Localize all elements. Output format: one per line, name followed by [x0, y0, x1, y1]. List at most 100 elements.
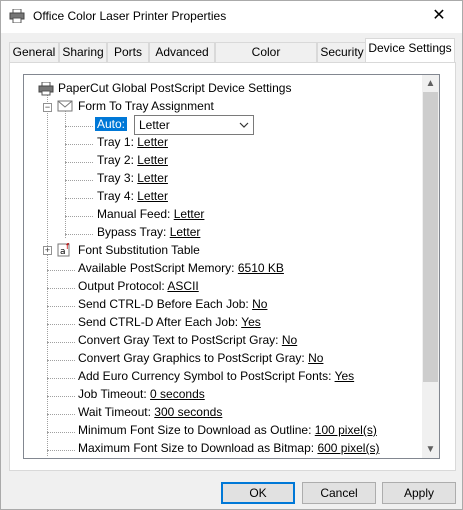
device-settings-panel: PaperCut Global PostScript Device Settin…: [9, 62, 456, 471]
setting-label: Job Timeout:: [78, 387, 147, 401]
setting-label: Add Euro Currency Symbol to PostScript F…: [78, 369, 332, 383]
combobox-value: Letter: [139, 118, 170, 132]
tray-value[interactable]: Letter: [170, 225, 201, 239]
collapse-icon[interactable]: −: [43, 103, 52, 112]
properties-window: Office Color Laser Printer Properties ✕ …: [0, 0, 463, 510]
tray-row[interactable]: Tray 1: Letter: [97, 134, 168, 151]
tree-line: [47, 270, 75, 271]
tray-row[interactable]: Manual Feed: Letter: [97, 206, 204, 223]
tree-line: [47, 306, 75, 307]
setting-value[interactable]: Yes: [335, 369, 355, 383]
tree-line: [65, 162, 93, 163]
setting-value[interactable]: Yes: [241, 315, 261, 329]
setting-row[interactable]: Send CTRL-D Before Each Job: No: [78, 296, 267, 313]
svg-text:a: a: [60, 247, 66, 257]
scroll-thumb[interactable]: [423, 92, 438, 382]
vertical-scrollbar[interactable]: ▲ ▼: [422, 75, 439, 458]
tree-line: [47, 396, 75, 397]
setting-row[interactable]: Minimum Font Size to Download as Outline…: [78, 422, 377, 439]
tray-value[interactable]: Letter: [137, 153, 168, 167]
title-bar: Office Color Laser Printer Properties ✕: [1, 1, 462, 33]
setting-label: Output Protocol:: [78, 279, 165, 293]
tab-ports[interactable]: Ports: [107, 42, 149, 62]
scroll-down-arrow-icon[interactable]: ▼: [422, 441, 439, 458]
setting-row[interactable]: Convert Gray Text to PostScript Gray: No: [78, 332, 297, 349]
window-title: Office Color Laser Printer Properties: [33, 9, 227, 23]
tray-row[interactable]: Bypass Tray: Letter: [97, 224, 200, 241]
printer-icon: [38, 82, 54, 96]
scroll-up-arrow-icon[interactable]: ▲: [422, 75, 439, 92]
setting-row[interactable]: Available PostScript Memory: 6510 KB: [78, 260, 284, 277]
tree-line: [47, 450, 75, 451]
setting-label: Available PostScript Memory:: [78, 261, 235, 275]
tray-value[interactable]: Letter: [137, 135, 168, 149]
tray-label: Tray 3:: [97, 171, 134, 185]
tab-general[interactable]: General: [9, 42, 59, 62]
tree-line: [65, 144, 93, 145]
tree-line: [47, 360, 75, 361]
tab-strip: General Sharing Ports Advanced Color Man…: [9, 38, 455, 78]
tree-line: [47, 288, 75, 289]
tray-value[interactable]: Letter: [137, 189, 168, 203]
tab-security[interactable]: Security: [317, 42, 367, 62]
setting-row[interactable]: Job Timeout: 0 seconds: [78, 386, 205, 403]
setting-value[interactable]: 600 pixel(s): [317, 441, 379, 455]
tray-label: Tray 1:: [97, 135, 134, 149]
setting-label: Send CTRL-D After Each Job:: [78, 315, 239, 329]
setting-row[interactable]: Output Protocol: ASCII: [78, 278, 199, 295]
tray-label: Tray 2:: [97, 153, 134, 167]
settings-tree[interactable]: PaperCut Global PostScript Device Settin…: [23, 74, 440, 459]
tab-device-settings[interactable]: Device Settings: [365, 38, 455, 62]
tray-row[interactable]: Tray 2: Letter: [97, 152, 168, 169]
setting-label: Convert Gray Graphics to PostScript Gray…: [78, 351, 305, 365]
setting-row[interactable]: Convert Gray Graphics to PostScript Gray…: [78, 350, 323, 367]
auto-tray-combobox[interactable]: Letter: [134, 115, 254, 135]
setting-label: Maximum Font Size to Download as Bitmap:: [78, 441, 315, 455]
setting-value[interactable]: 0 seconds: [150, 387, 205, 401]
tab-sharing[interactable]: Sharing: [59, 42, 107, 62]
setting-label: Send CTRL-D Before Each Job:: [78, 297, 249, 311]
tray-value[interactable]: Letter: [174, 207, 205, 221]
ok-button[interactable]: OK: [221, 482, 295, 504]
setting-value[interactable]: 6510 KB: [238, 261, 284, 275]
auto-row[interactable]: Auto:: [95, 116, 128, 133]
envelope-icon: [57, 100, 73, 112]
setting-row[interactable]: Send CTRL-D After Each Job: Yes: [78, 314, 261, 331]
setting-value[interactable]: No: [252, 297, 267, 311]
setting-value[interactable]: 100 pixel(s): [315, 423, 377, 437]
setting-value[interactable]: No: [282, 333, 297, 347]
tree-line: [65, 198, 93, 199]
auto-label: Auto:: [95, 117, 128, 131]
font-substitution-label[interactable]: Font Substitution Table: [78, 242, 200, 259]
tray-label: Bypass Tray:: [97, 225, 167, 239]
tree-line: [47, 414, 75, 415]
setting-row[interactable]: Add Euro Currency Symbol to PostScript F…: [78, 368, 354, 385]
tab-color-management[interactable]: Color Management: [215, 42, 317, 78]
tree-line: [65, 234, 93, 235]
apply-button[interactable]: Apply: [382, 482, 456, 504]
setting-value[interactable]: 300 seconds: [154, 405, 222, 419]
setting-row[interactable]: Maximum Font Size to Download as Bitmap:…: [78, 440, 379, 457]
tree-line: [47, 342, 75, 343]
tray-label: Tray 4:: [97, 189, 134, 203]
tray-value[interactable]: Letter: [137, 171, 168, 185]
cancel-button[interactable]: Cancel: [302, 482, 376, 504]
setting-value[interactable]: No: [308, 351, 323, 365]
expand-icon[interactable]: +: [43, 246, 52, 255]
tree-line: [47, 324, 75, 325]
tree-line: [65, 108, 66, 238]
setting-label: Minimum Font Size to Download as Outline…: [78, 423, 312, 437]
printer-icon: [9, 9, 25, 23]
tree-line: [47, 90, 48, 456]
tray-row[interactable]: Tray 4: Letter: [97, 188, 168, 205]
setting-row[interactable]: Wait Timeout: 300 seconds: [78, 404, 222, 421]
setting-value[interactable]: ASCII: [167, 279, 198, 293]
tray-row[interactable]: Tray 3: Letter: [97, 170, 168, 187]
tab-advanced[interactable]: Advanced: [149, 42, 215, 62]
tree-root-label[interactable]: PaperCut Global PostScript Device Settin…: [58, 80, 291, 97]
tree-line: [65, 126, 93, 127]
tree-line: [65, 216, 93, 217]
setting-label: Convert Gray Text to PostScript Gray:: [78, 333, 279, 347]
form-to-tray-label[interactable]: Form To Tray Assignment: [78, 98, 214, 115]
close-button[interactable]: ✕: [416, 1, 462, 33]
